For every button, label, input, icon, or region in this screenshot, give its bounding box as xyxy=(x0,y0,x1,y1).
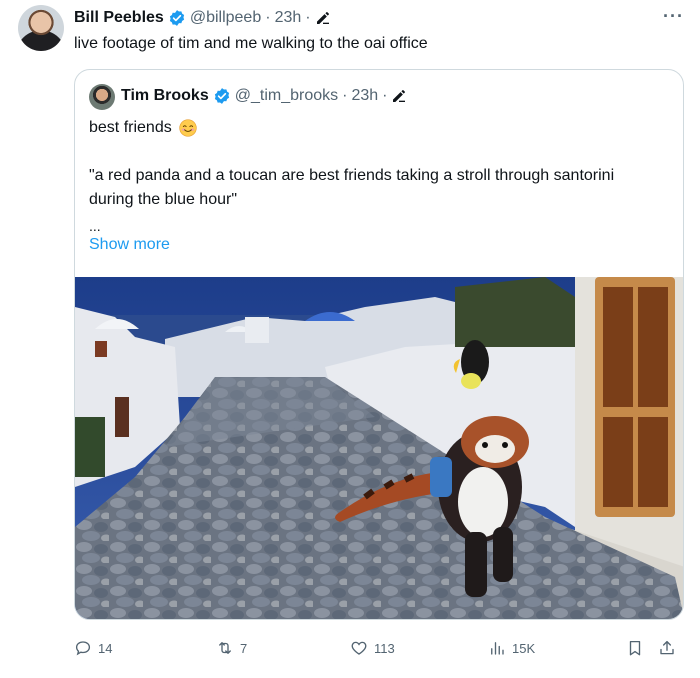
heart-icon xyxy=(351,641,367,655)
author-avatar[interactable] xyxy=(18,5,64,51)
quoted-author-handle[interactable]: @_tim_brooks xyxy=(235,87,338,105)
separator-dot: · xyxy=(265,9,271,26)
like-button[interactable]: 113 xyxy=(350,636,395,660)
tweet-timestamp[interactable]: 23h xyxy=(275,9,302,27)
tweet-header: Bill Peebles @billpeeb · 23h · xyxy=(74,8,331,28)
quoted-text-best-friends: best friends xyxy=(89,119,172,136)
repost-count: 7 xyxy=(240,640,248,656)
analytics-icon xyxy=(491,642,504,655)
share-icon xyxy=(660,640,674,655)
separator-dot: · xyxy=(382,87,388,104)
edited-pencil-icon[interactable] xyxy=(315,10,331,26)
tweet-actions: 14 7 113 15K xyxy=(74,636,684,660)
tweet[interactable]: Bill Peebles @billpeeb · 23h · ··· live … xyxy=(0,0,700,678)
edited-pencil-icon[interactable] xyxy=(391,88,407,104)
like-count: 113 xyxy=(374,640,395,656)
repost-button[interactable]: 7 xyxy=(216,636,247,660)
smiling-face-emoji-icon xyxy=(179,119,197,137)
reply-count: 14 xyxy=(98,640,113,656)
author-handle[interactable]: @billpeeb xyxy=(190,9,261,27)
view-count: 15K xyxy=(512,640,536,656)
bookmark-icon xyxy=(629,640,641,656)
views-button[interactable]: 15K xyxy=(488,636,535,660)
quoted-text-line: best friends xyxy=(89,118,198,138)
bookmark-button[interactable] xyxy=(626,636,644,660)
quoted-tweet[interactable]: Tim Brooks @_tim_brooks · 23h · best fri… xyxy=(74,69,684,620)
show-more-link[interactable]: Show more xyxy=(89,236,170,254)
more-options-icon[interactable]: ··· xyxy=(663,6,684,27)
reply-icon xyxy=(75,641,91,656)
reply-button[interactable]: 14 xyxy=(74,636,112,660)
verified-badge-icon xyxy=(169,10,184,26)
quoted-tweet-header: Tim Brooks @_tim_brooks · 23h · xyxy=(121,85,407,107)
author-name[interactable]: Bill Peebles xyxy=(74,9,164,27)
share-button[interactable] xyxy=(658,636,676,660)
tweet-text: live footage of tim and me walking to th… xyxy=(74,35,428,52)
quoted-author-name[interactable]: Tim Brooks xyxy=(121,87,209,105)
verified-badge-icon xyxy=(214,88,229,104)
quoted-timestamp[interactable]: 23h xyxy=(351,87,378,105)
quoted-author-avatar[interactable] xyxy=(89,84,115,110)
video-thumbnail[interactable] xyxy=(75,277,684,620)
repost-icon xyxy=(219,642,231,654)
separator-dot: · xyxy=(305,9,311,26)
quoted-ellipsis: ... xyxy=(89,218,101,234)
separator-dot: · xyxy=(342,87,348,104)
quoted-prompt-text: "a red panda and a toucan are best frien… xyxy=(89,167,615,208)
